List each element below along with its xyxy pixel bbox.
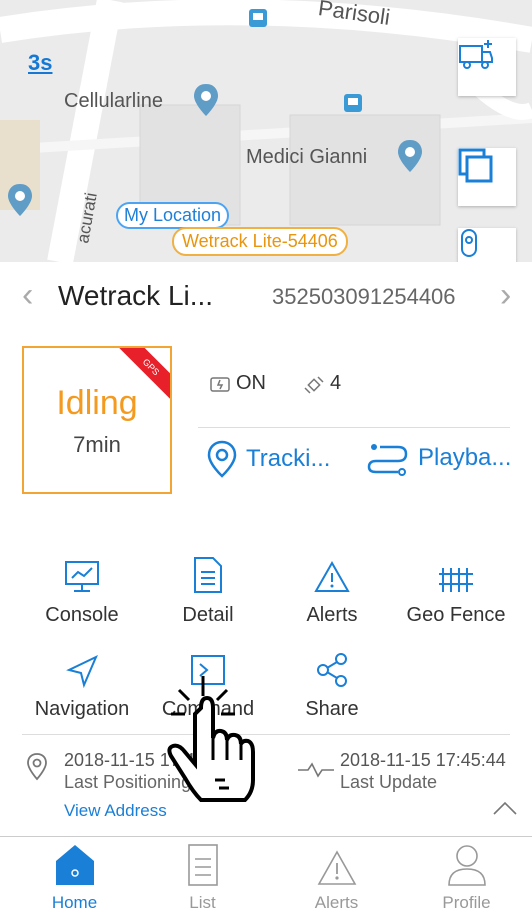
tab-alerts[interactable]: Alerts	[270, 837, 403, 916]
add-vehicle-button[interactable]	[458, 38, 516, 96]
console-button[interactable]: Console	[22, 548, 142, 627]
home-icon	[55, 845, 94, 885]
tab-home[interactable]: Home	[8, 837, 141, 916]
status-card: GPS Idling 7min	[22, 346, 172, 494]
tab-profile[interactable]: Profile	[400, 837, 532, 916]
divider	[198, 427, 510, 428]
navigation-label: Navigation	[34, 698, 130, 720]
console-label: Console	[45, 604, 119, 626]
location-pin-icon	[207, 440, 237, 478]
chevron-left-icon[interactable]: ‹	[22, 276, 33, 315]
map-pin-icon	[194, 84, 218, 116]
status-duration: 7min	[73, 432, 121, 457]
place-label-medici: Medici Gianni	[246, 146, 368, 168]
bus-stop-icon	[344, 94, 362, 112]
engine-icon	[210, 376, 230, 392]
alerts-label: Alerts	[306, 604, 358, 626]
map-view[interactable]: 3s Parisoli acurati Cellularline Medici …	[0, 0, 532, 262]
satellite-icon	[304, 375, 324, 394]
satellite-indicator: 4	[302, 372, 341, 395]
map-pin-icon	[8, 184, 32, 216]
user-icon	[447, 845, 486, 886]
device-name: Wetrack Li...	[58, 280, 214, 311]
truck-add-icon	[459, 40, 493, 69]
place-label-cellularline: Cellularline	[64, 90, 163, 112]
pulse-icon	[298, 762, 334, 778]
tab-list-label: List	[189, 893, 216, 912]
last-update-label: Last Update	[340, 772, 438, 792]
geo-fence-button[interactable]: Geo Fence	[396, 548, 516, 627]
tap-gesture-icon	[167, 676, 255, 802]
chevron-right-icon[interactable]: ›	[500, 276, 511, 315]
tracking-button[interactable]: Tracki...	[206, 440, 330, 478]
satellite-count: 4	[330, 372, 342, 394]
device-imei: 352503091254406	[272, 284, 456, 309]
map-scale-label[interactable]: 3s	[28, 50, 52, 76]
fence-icon	[439, 568, 473, 592]
monitor-icon	[65, 561, 99, 592]
route-icon	[367, 444, 408, 476]
bus-stop-icon	[249, 9, 267, 27]
tracking-label: Tracki...	[246, 445, 331, 472]
warning-icon	[317, 850, 356, 885]
view-address-link[interactable]: View Address	[64, 801, 167, 821]
share-label: Share	[305, 698, 359, 720]
document-icon	[194, 557, 222, 593]
warning-icon	[314, 560, 350, 592]
device-map-tag[interactable]: Wetrack Lite-54406	[172, 227, 348, 256]
share-button[interactable]: Share	[272, 642, 392, 721]
playback-button[interactable]: Playba...	[366, 440, 511, 476]
navigation-button[interactable]: Navigation	[22, 642, 142, 721]
acc-indicator: ON	[208, 372, 266, 395]
list-icon	[187, 844, 218, 886]
street-view-button[interactable]	[458, 228, 516, 262]
person-icon	[461, 229, 477, 257]
tab-list[interactable]: List	[136, 837, 269, 916]
detail-button[interactable]: Detail	[148, 548, 268, 627]
acc-value: ON	[236, 372, 266, 394]
tab-alerts-label: Alerts	[314, 893, 359, 912]
last-update-time: 2018-11-15 17:45:44	[340, 750, 506, 770]
status-state: Idling	[56, 384, 138, 422]
map-pin-icon	[398, 140, 422, 172]
bottom-tab-bar: Home List Alerts Profile	[0, 836, 532, 916]
tab-profile-label: Profile	[442, 893, 491, 912]
layers-icon	[458, 148, 493, 183]
detail-label: Detail	[182, 604, 234, 626]
my-location-label: My Location	[116, 202, 230, 229]
map-layers-button[interactable]	[458, 148, 516, 206]
navigation-arrow-icon	[66, 654, 98, 688]
device-header: ‹ Wetrack Li... 352503091254406 ›	[0, 270, 532, 324]
playback-label: Playba...	[418, 444, 512, 471]
chevron-up-icon[interactable]	[492, 800, 518, 816]
alerts-button[interactable]: Alerts	[272, 548, 392, 627]
geo-fence-label: Geo Fence	[406, 604, 506, 626]
location-pin-icon	[27, 753, 47, 781]
share-icon	[317, 653, 347, 687]
tab-home-label: Home	[51, 893, 98, 912]
